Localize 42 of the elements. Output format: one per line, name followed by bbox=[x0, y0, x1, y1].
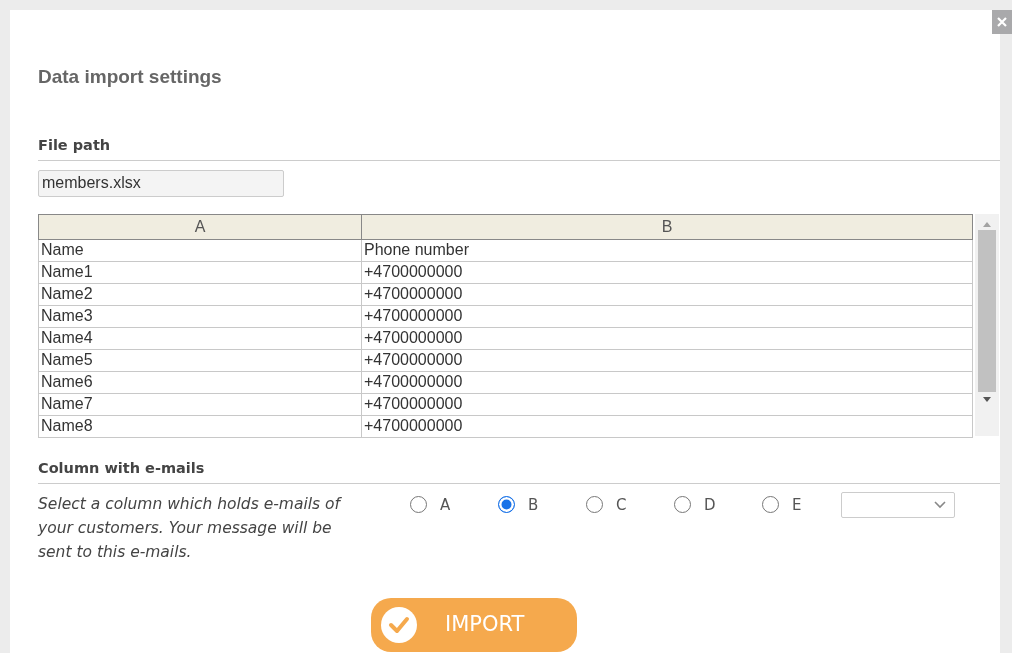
radio-button[interactable] bbox=[498, 496, 515, 514]
table-cell: Name5 bbox=[38, 349, 362, 372]
field-label: File path bbox=[38, 136, 111, 153]
chevron-down-icon bbox=[934, 500, 946, 509]
radio-button[interactable] bbox=[410, 496, 427, 514]
radio-label: C bbox=[616, 494, 627, 516]
table-cell: Name2 bbox=[38, 283, 362, 306]
table-cell: Name3 bbox=[38, 305, 362, 328]
table-cell: Phone number bbox=[361, 239, 973, 262]
radio-button[interactable] bbox=[674, 496, 691, 514]
scroll-down-icon bbox=[982, 395, 992, 403]
scrollbar[interactable] bbox=[975, 213, 999, 436]
close-button[interactable] bbox=[992, 10, 1012, 34]
description-text: Select a column which holds e-mails of your customers. Your message will be sent to this e-mails. bbox=[38, 493, 343, 563]
table-cell: +4700000000 bbox=[361, 415, 973, 438]
table-cell: +4700000000 bbox=[361, 283, 973, 306]
scrollbar-thumb[interactable] bbox=[978, 229, 996, 392]
radio-label: E bbox=[792, 494, 802, 516]
radio-label: A bbox=[440, 494, 451, 516]
table-cell: Name4 bbox=[38, 327, 362, 350]
radio-button[interactable] bbox=[762, 496, 779, 514]
table-cell: +4700000000 bbox=[361, 305, 973, 328]
close-icon bbox=[997, 17, 1007, 27]
table-cell: +4700000000 bbox=[361, 393, 973, 416]
section-label: Column with e-mails bbox=[38, 459, 205, 476]
column-header: A bbox=[38, 214, 362, 240]
table-cell: Name1 bbox=[38, 261, 362, 284]
radio-button[interactable] bbox=[586, 496, 603, 514]
table-cell: +4700000000 bbox=[361, 349, 973, 372]
table-cell: Name6 bbox=[38, 371, 362, 394]
table-cell: +4700000000 bbox=[361, 327, 973, 350]
table-cell: Name8 bbox=[38, 415, 362, 438]
radio-label: D bbox=[704, 494, 716, 516]
dialog-title: Data import settings bbox=[38, 66, 223, 89]
column-header: B bbox=[361, 214, 973, 240]
table-cell: Name bbox=[38, 239, 362, 262]
radio-label: B bbox=[528, 494, 539, 516]
checkmark-icon bbox=[381, 606, 417, 643]
file-path-field[interactable]: members.xlsx bbox=[38, 169, 284, 197]
table-cell: Name7 bbox=[38, 393, 362, 416]
table-cell: +4700000000 bbox=[361, 371, 973, 394]
table-cell: +4700000000 bbox=[361, 261, 973, 284]
